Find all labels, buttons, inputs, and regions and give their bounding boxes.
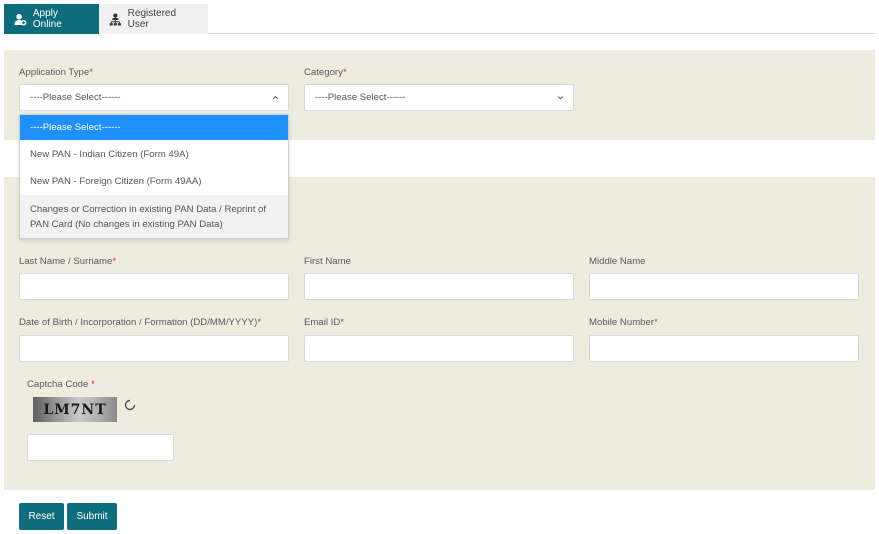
chevron-down-icon [557,96,564,100]
tab-apply-online-label: Apply Online [32,8,62,30]
first-name-input[interactable] [304,273,574,300]
refresh-icon[interactable] [123,398,137,412]
submit-button[interactable]: Submit [67,503,117,530]
captcha-text: LM7NT [43,401,107,418]
dropdown-option[interactable]: New PAN - Indian Citizen (Form 49A) [20,142,288,167]
category-select[interactable]: ----Please Select------ [304,84,574,111]
mobile-label: Mobile Number* [589,317,658,328]
dob-label: Date of Birth / Incorporation / Formatio… [19,317,262,328]
application-type-dropdown: ----Please Select------ New PAN - Indian… [19,114,289,239]
user-plus-icon [14,13,27,25]
tab-bar: Apply Online Registered User [4,4,875,34]
user-sitemap-icon [109,12,121,25]
middle-name-input[interactable] [589,273,859,300]
dropdown-option[interactable]: Changes or Correction in existing PAN Da… [20,195,288,238]
application-type-select[interactable]: ----Please Select------ [19,84,289,111]
chevron-up-icon [272,95,279,100]
captcha-image: LM7NT [33,397,117,422]
email-label: Email ID* [304,317,344,328]
dropdown-option[interactable]: ----Please Select------ [20,115,288,140]
application-type-value: ----Please Select------ [30,92,121,103]
dropdown-option[interactable]: New PAN - Foreign Citizen (Form 49AA) [20,169,288,194]
tab-registered-user-label: Registered User [127,8,177,30]
last-name-input[interactable] [19,273,289,300]
category-label: Category* [304,67,347,78]
tab-registered-user[interactable]: Registered User [99,4,208,34]
middle-name-label: Middle Name [589,256,646,267]
mobile-input[interactable] [589,335,859,362]
dob-input[interactable] [19,335,289,362]
captcha-label: Captcha Code * [27,379,95,390]
first-name-label: First Name [304,256,351,267]
application-type-label: Application Type* [19,67,93,78]
email-input[interactable] [304,335,574,362]
tab-apply-online[interactable]: Apply Online [4,4,99,34]
category-value: ----Please Select------ [315,92,406,103]
last-name-label: Last Name / Surname* [19,256,117,267]
captcha-input[interactable] [27,434,174,461]
reset-button[interactable]: Reset [19,503,64,530]
